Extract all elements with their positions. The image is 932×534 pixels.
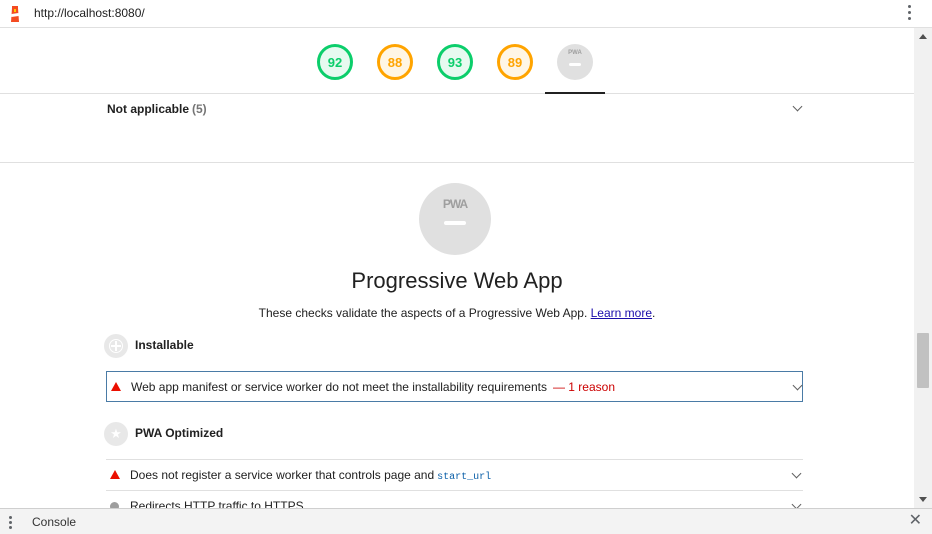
- audit-text: Web app manifest or service worker do no…: [131, 380, 547, 394]
- not-applicable-count: (5): [192, 102, 207, 116]
- not-applicable-label: Not applicable: [107, 102, 190, 116]
- seo-gauge[interactable]: 89: [497, 44, 533, 80]
- lighthouse-icon: [11, 6, 19, 22]
- pwa-optimized-label: PWA Optimized: [135, 426, 224, 440]
- plus-circle-icon: [104, 334, 128, 358]
- category-title: Progressive Web App: [351, 268, 563, 293]
- description-text: These checks validate the aspects of a P…: [258, 306, 588, 320]
- scroll-thumb[interactable]: [917, 333, 929, 388]
- chevron-down-icon: [791, 468, 802, 479]
- performance-gauge[interactable]: 92: [317, 44, 353, 80]
- fail-triangle-icon: [110, 470, 120, 479]
- best-practices-score: 93: [447, 55, 463, 70]
- page-scrollbar[interactable]: [914, 28, 932, 508]
- performance-score: 92: [327, 55, 343, 70]
- chevron-down-icon: [792, 101, 803, 112]
- section-divider: [0, 162, 914, 163]
- pwa-badge-text: PWA: [568, 50, 582, 56]
- console-drawer: Console ✕: [0, 508, 932, 534]
- pwa-optimized-group-header: ★ PWA Optimized: [104, 422, 504, 446]
- description-period: .: [652, 306, 656, 320]
- drawer-menu-icon[interactable]: [9, 516, 12, 531]
- installable-label: Installable: [135, 338, 194, 352]
- installable-group-header: Installable: [104, 334, 504, 358]
- active-tab-indicator: [545, 92, 605, 94]
- scroll-up-arrow-icon[interactable]: [919, 34, 927, 39]
- url-text[interactable]: http://localhost:8080/: [34, 6, 145, 20]
- address-bar: http://localhost:8080/: [0, 0, 932, 28]
- audit-installable-manifest[interactable]: Web app manifest or service worker do no…: [106, 371, 803, 402]
- not-applicable-toggle[interactable]: Not applicable (5): [107, 100, 803, 118]
- audit-title: Does not register a service worker that …: [130, 468, 491, 483]
- pwa-badge-text: PWA: [442, 197, 468, 211]
- seo-score: 89: [507, 55, 523, 70]
- kebab-menu-icon[interactable]: [908, 5, 912, 21]
- audit-title: Web app manifest or service worker do no…: [131, 380, 615, 394]
- scroll-down-arrow-icon[interactable]: [919, 497, 927, 502]
- audit-reason: — 1 reason: [552, 380, 616, 394]
- console-tab[interactable]: Console: [32, 515, 76, 529]
- chevron-down-icon: [792, 380, 803, 391]
- pwa-gauge[interactable]: PWA: [557, 44, 593, 80]
- audit-service-worker[interactable]: Does not register a service worker that …: [106, 459, 803, 490]
- close-icon[interactable]: ✕: [909, 512, 922, 530]
- pwa-dash-icon: [444, 221, 466, 225]
- audit-text: Does not register a service worker that …: [130, 468, 435, 482]
- best-practices-gauge[interactable]: 93: [437, 44, 473, 80]
- fail-triangle-icon: [111, 382, 121, 391]
- pwa-category-gauge: PWA: [419, 183, 491, 255]
- learn-more-link[interactable]: Learn more: [591, 306, 652, 320]
- score-header: 92 88 93 89 PWA: [0, 28, 914, 94]
- accessibility-score: 88: [387, 55, 403, 70]
- accessibility-gauge[interactable]: 88: [377, 44, 413, 80]
- pwa-dash-icon: [569, 63, 581, 66]
- star-icon: ★: [104, 422, 128, 446]
- category-description: These checks validate the aspects of a P…: [0, 306, 914, 320]
- start-url-code: start_url: [437, 472, 492, 483]
